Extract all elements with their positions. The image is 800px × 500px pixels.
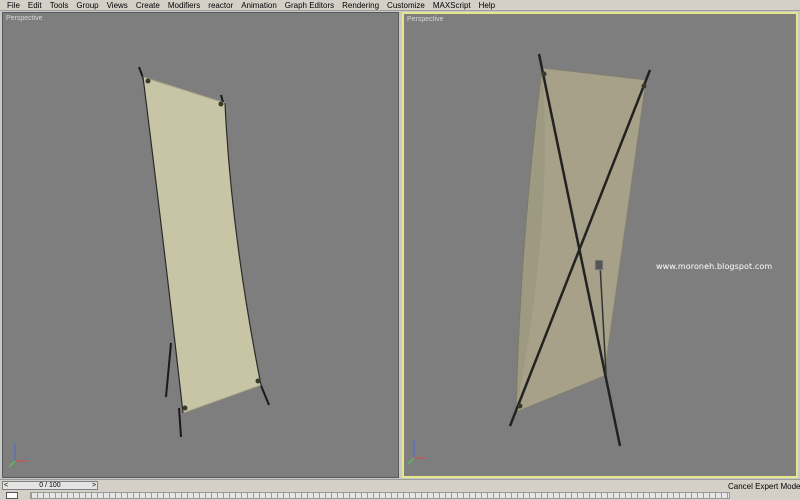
menu-maxscript[interactable]: MAXScript bbox=[429, 0, 475, 11]
menu-edit[interactable]: Edit bbox=[24, 0, 46, 11]
menu-reactor[interactable]: reactor bbox=[204, 0, 237, 11]
menu-modifiers[interactable]: Modifiers bbox=[164, 0, 204, 11]
grommet bbox=[182, 405, 188, 411]
menu-bar: File Edit Tools Group Views Create Modif… bbox=[0, 0, 800, 11]
stand-leg bbox=[165, 342, 172, 398]
track-bar-ticks[interactable] bbox=[30, 492, 730, 499]
menu-rendering[interactable]: Rendering bbox=[338, 0, 383, 11]
time-slider-bar: 0 / 100 < > bbox=[0, 479, 800, 491]
key-filter-icon[interactable] bbox=[6, 492, 18, 499]
viewport-perspective-right[interactable]: Perspective www.moroneh.blogspot.com bbox=[402, 12, 798, 478]
axis-tripod-icon bbox=[407, 440, 426, 465]
grommet bbox=[145, 78, 151, 84]
max-application-window: File Edit Tools Group Views Create Modif… bbox=[0, 0, 800, 500]
grommet bbox=[517, 403, 523, 409]
banner-fabric bbox=[142, 76, 262, 414]
time-slider[interactable]: 0 / 100 bbox=[2, 481, 98, 490]
grommet bbox=[641, 83, 647, 89]
viewport-perspective-left[interactable]: Perspective bbox=[2, 12, 399, 478]
grommet bbox=[218, 101, 224, 107]
menu-animation[interactable]: Animation bbox=[237, 0, 281, 11]
menu-tools[interactable]: Tools bbox=[46, 0, 73, 11]
menu-views[interactable]: Views bbox=[103, 0, 132, 11]
frame-joint bbox=[594, 259, 604, 271]
grommet bbox=[541, 71, 547, 77]
prev-frame-button[interactable]: < bbox=[2, 481, 10, 490]
viewport-scene-left bbox=[8, 66, 270, 468]
menu-group[interactable]: Group bbox=[72, 0, 102, 11]
viewport-scene-right bbox=[407, 53, 652, 465]
track-bar bbox=[0, 491, 800, 500]
frame-counter: 0 / 100 bbox=[39, 482, 61, 489]
menu-file[interactable]: File bbox=[3, 0, 24, 11]
watermark-text: www.moroneh.blogspot.com bbox=[656, 262, 773, 271]
axis-tripod-icon bbox=[8, 443, 27, 468]
cancel-expert-mode-button[interactable]: Cancel Expert Mode bbox=[728, 482, 800, 491]
menu-graph-editors[interactable]: Graph Editors bbox=[281, 0, 338, 11]
stand-leg bbox=[259, 382, 270, 406]
menu-help[interactable]: Help bbox=[475, 0, 499, 11]
menu-customize[interactable]: Customize bbox=[383, 0, 429, 11]
stand-leg bbox=[178, 407, 182, 438]
next-frame-button[interactable]: > bbox=[90, 481, 98, 490]
menu-create[interactable]: Create bbox=[132, 0, 164, 11]
grommet bbox=[255, 378, 261, 384]
